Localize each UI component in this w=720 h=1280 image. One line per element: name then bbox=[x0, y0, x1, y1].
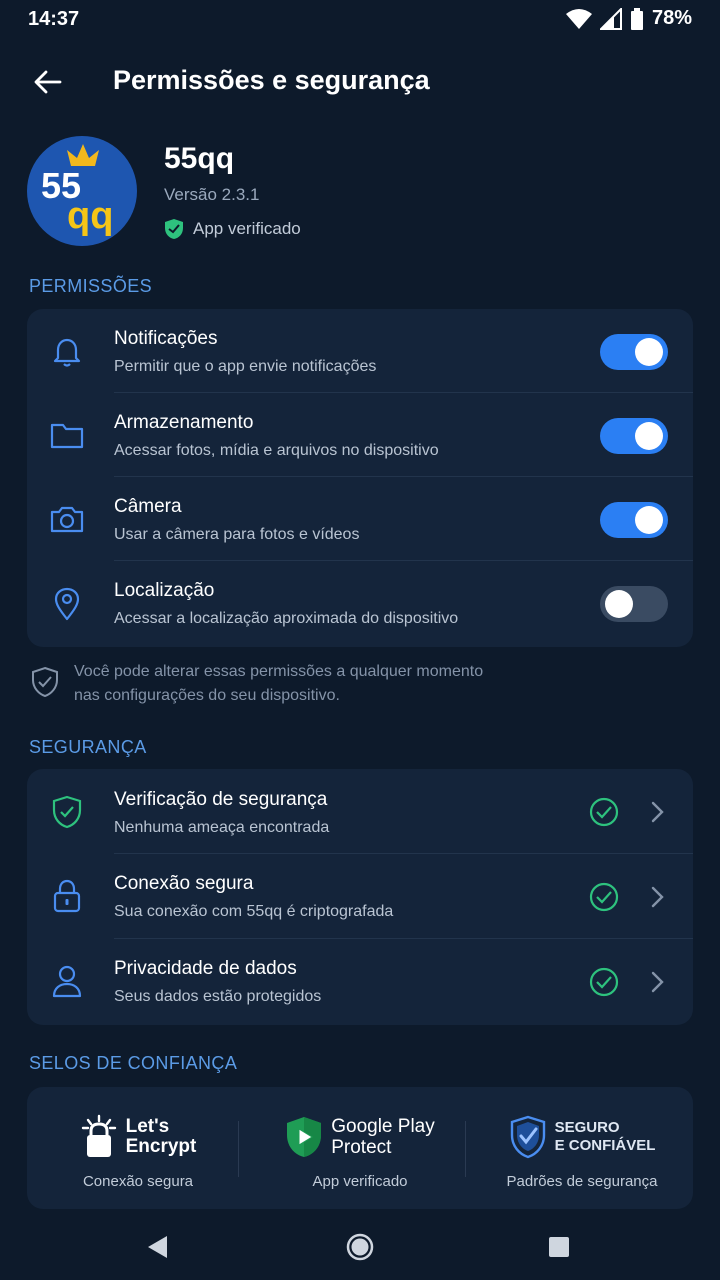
security-title: Conexão segura bbox=[114, 873, 254, 894]
seal-caption: App verificado bbox=[312, 1173, 408, 1190]
status-icons: 78% bbox=[565, 7, 692, 30]
seal-logo-line-1: Let's bbox=[125, 1116, 170, 1137]
app-verified-badge: App verificado bbox=[164, 218, 301, 240]
seal-logo-line-2: E CONFIÁVEL bbox=[554, 1137, 656, 1154]
triangle-back-icon bbox=[148, 1236, 167, 1258]
seal-logo-line-1: Google Play bbox=[331, 1116, 435, 1137]
square-recents-icon bbox=[549, 1237, 569, 1257]
nav-home-button[interactable] bbox=[343, 1230, 377, 1264]
check-circle-icon bbox=[589, 967, 619, 997]
play-protect-shield-icon bbox=[287, 1117, 322, 1157]
security-subtitle: Nenhuma ameaça encontrada bbox=[114, 819, 330, 836]
check-circle-icon bbox=[589, 882, 619, 912]
permission-subtitle: Acessar fotos, mídia e arquivos no dispo… bbox=[114, 442, 439, 459]
app-logo: 55 qq bbox=[27, 136, 137, 246]
security-subtitle: Sua conexão com 55qq é criptografada bbox=[114, 903, 394, 920]
note-line-1: Você pode alterar essas permissões a qua… bbox=[74, 663, 484, 680]
seal-logo-line-2: Encrypt bbox=[125, 1136, 197, 1157]
arrow-back-icon bbox=[34, 70, 62, 94]
shield-outline-icon bbox=[32, 666, 58, 698]
check-circle-icon bbox=[589, 797, 619, 827]
shield-checkmark-badge-icon bbox=[510, 1115, 545, 1159]
seal-google-play-protect: Google Play Protect App verificado bbox=[249, 1087, 471, 1209]
app-name: 55qq bbox=[164, 142, 235, 175]
page-title: Permissões e segurança bbox=[113, 65, 430, 95]
security-title: Verificação de segurança bbox=[114, 789, 328, 810]
system-nav-bar bbox=[0, 1212, 720, 1280]
seal-safe-and-trusted: SEGURO E CONFIÁVEL Padrões de segurança bbox=[471, 1087, 693, 1209]
permission-subtitle: Permitir que o app envie notificações bbox=[114, 358, 377, 375]
battery-percent: 78% bbox=[651, 7, 692, 29]
verified-shield-icon bbox=[165, 219, 183, 239]
shield-check-icon bbox=[49, 794, 85, 830]
location-toggle[interactable] bbox=[600, 586, 668, 622]
permissions-note: Você pode alterar essas permissões a qua… bbox=[30, 660, 690, 712]
location-pin-icon bbox=[49, 586, 85, 622]
security-card: Verificação de segurança Nenhuma ameaça … bbox=[27, 769, 693, 1025]
permission-title: Localização bbox=[114, 580, 215, 601]
security-section-title: SEGURANÇA bbox=[29, 737, 147, 757]
security-row-scan[interactable]: Verificação de segurança Nenhuma ameaça … bbox=[27, 769, 693, 854]
chevron-right-icon[interactable] bbox=[647, 885, 667, 909]
nav-recents-button[interactable] bbox=[542, 1230, 576, 1264]
trust-seals-card: Let's Encrypt Conexão segura Google Play… bbox=[27, 1087, 693, 1209]
app-verified-label: App verificado bbox=[193, 219, 301, 238]
svg-text:qq: qq bbox=[67, 195, 113, 237]
permissions-note-text: Você pode alterar essas permissões a qua… bbox=[74, 660, 594, 708]
permission-title: Armazenamento bbox=[114, 412, 254, 433]
security-row-connection[interactable]: Conexão segura Sua conexão com 55qq é cr… bbox=[27, 854, 693, 939]
battery-icon bbox=[630, 7, 643, 30]
nav-back-button[interactable] bbox=[140, 1230, 174, 1264]
chevron-right-icon[interactable] bbox=[647, 970, 667, 994]
wifi-icon bbox=[565, 8, 592, 29]
app-version: Versão 2.3.1 bbox=[164, 185, 260, 204]
security-row-privacy[interactable]: Privacidade de dados Seus dados estão pr… bbox=[27, 939, 693, 1025]
app-header: 55 qq 55qq Versão 2.3.1 App verificado bbox=[0, 136, 720, 256]
seal-caption: Conexão segura bbox=[82, 1173, 194, 1190]
camera-toggle[interactable] bbox=[600, 502, 668, 538]
crown-icon bbox=[67, 144, 99, 166]
back-button[interactable] bbox=[28, 64, 68, 100]
status-bar: 14:37 78% bbox=[0, 0, 720, 40]
security-title: Privacidade de dados bbox=[114, 958, 297, 979]
cell-signal-icon bbox=[599, 7, 622, 30]
safe-trusted-logo: SEGURO E CONFIÁVEL bbox=[471, 1111, 693, 1163]
camera-icon bbox=[49, 501, 85, 537]
permission-row-notifications[interactable]: Notificações Permitir que o app envie no… bbox=[27, 309, 693, 393]
security-subtitle: Seus dados estão protegidos bbox=[114, 988, 322, 1005]
chevron-right-icon[interactable] bbox=[647, 800, 667, 824]
seal-logo-line-1: SEGURO bbox=[554, 1119, 620, 1136]
permission-title: Câmera bbox=[114, 496, 182, 517]
permission-subtitle: Acessar a localização aproximada do disp… bbox=[114, 610, 459, 627]
padlock-icon bbox=[81, 1114, 116, 1157]
permission-row-camera[interactable]: Câmera Usar a câmera para fotos e vídeos bbox=[27, 477, 693, 561]
permission-row-location[interactable]: Localização Acessar a localização aproxi… bbox=[27, 561, 693, 647]
permission-title: Notificações bbox=[114, 328, 218, 349]
permission-subtitle: Usar a câmera para fotos e vídeos bbox=[114, 526, 360, 543]
user-icon bbox=[49, 963, 85, 999]
bell-icon bbox=[49, 334, 85, 370]
permissions-section-title: PERMISSÕES bbox=[29, 276, 153, 296]
note-line-2: nas configurações do seu dispositivo. bbox=[74, 687, 340, 704]
circle-home-icon bbox=[346, 1233, 374, 1261]
seal-lets-encrypt: Let's Encrypt Conexão segura bbox=[27, 1087, 249, 1209]
lets-encrypt-logo: Let's Encrypt bbox=[27, 1111, 249, 1163]
permission-row-storage[interactable]: Armazenamento Acessar fotos, mídia e arq… bbox=[27, 393, 693, 477]
trust-seals-section-title: SELOS DE CONFIANÇA bbox=[29, 1053, 238, 1073]
google-play-protect-logo: Google Play Protect bbox=[249, 1111, 471, 1163]
lock-icon bbox=[49, 878, 85, 914]
folder-icon bbox=[49, 417, 85, 453]
status-time: 14:37 bbox=[28, 8, 80, 30]
notifications-toggle[interactable] bbox=[600, 334, 668, 370]
seal-caption: Padrões de segurança bbox=[506, 1173, 658, 1190]
storage-toggle[interactable] bbox=[600, 418, 668, 454]
app-bar: Permissões e segurança bbox=[0, 50, 720, 114]
permissions-card: Notificações Permitir que o app envie no… bbox=[27, 309, 693, 647]
seal-logo-line-2: Protect bbox=[331, 1137, 392, 1158]
